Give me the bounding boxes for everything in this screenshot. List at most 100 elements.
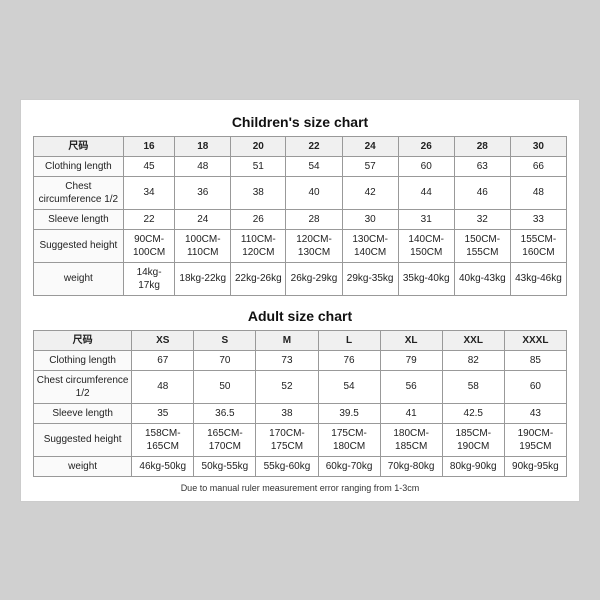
adult-col-header: L xyxy=(318,330,380,350)
adult-col-header: 尺码 xyxy=(34,330,132,350)
row-label: Suggested height xyxy=(34,423,132,456)
cell-value: 43 xyxy=(504,403,566,423)
cell-value: 180CM-185CM xyxy=(380,423,442,456)
cell-value: 67 xyxy=(132,350,194,370)
cell-value: 35kg-40kg xyxy=(398,262,454,295)
row-label: Chest circumference 1/2 xyxy=(34,370,132,403)
cell-value: 46kg-50kg xyxy=(132,456,194,476)
row-label: weight xyxy=(34,456,132,476)
row-label: Sleeve length xyxy=(34,403,132,423)
cell-value: 29kg-35kg xyxy=(342,262,398,295)
cell-value: 38 xyxy=(231,176,286,209)
children-col-header: 20 xyxy=(231,136,286,156)
cell-value: 32 xyxy=(454,209,510,229)
cell-value: 22kg-26kg xyxy=(231,262,286,295)
adult-chart-title: Adult size chart xyxy=(33,304,567,330)
children-col-header: 18 xyxy=(175,136,231,156)
adult-col-header: XS xyxy=(132,330,194,350)
cell-value: 70kg-80kg xyxy=(380,456,442,476)
table-row: weight14kg-17kg18kg-22kg22kg-26kg26kg-29… xyxy=(34,262,567,295)
table-row: Clothing length4548515457606366 xyxy=(34,156,567,176)
cell-value: 26kg-29kg xyxy=(286,262,342,295)
table-row: Sleeve length2224262830313233 xyxy=(34,209,567,229)
cell-value: 33 xyxy=(510,209,566,229)
cell-value: 50kg-55kg xyxy=(194,456,256,476)
row-label: Suggested height xyxy=(34,229,124,262)
children-col-header: 24 xyxy=(342,136,398,156)
cell-value: 43kg-46kg xyxy=(510,262,566,295)
adult-col-header: XL xyxy=(380,330,442,350)
cell-value: 57 xyxy=(342,156,398,176)
cell-value: 52 xyxy=(256,370,318,403)
cell-value: 80kg-90kg xyxy=(442,456,504,476)
adult-col-header: XXXL xyxy=(504,330,566,350)
cell-value: 58 xyxy=(442,370,504,403)
cell-value: 14kg-17kg xyxy=(123,262,175,295)
cell-value: 100CM-110CM xyxy=(175,229,231,262)
cell-value: 175CM-180CM xyxy=(318,423,380,456)
table-row: Chest circumference 1/248505254565860 xyxy=(34,370,567,403)
cell-value: 73 xyxy=(256,350,318,370)
table-row: Sleeve length3536.53839.54142.543 xyxy=(34,403,567,423)
cell-value: 48 xyxy=(175,156,231,176)
cell-value: 60 xyxy=(398,156,454,176)
adult-col-header: M xyxy=(256,330,318,350)
cell-value: 150CM-155CM xyxy=(454,229,510,262)
cell-value: 170CM-175CM xyxy=(256,423,318,456)
cell-value: 30 xyxy=(342,209,398,229)
cell-value: 56 xyxy=(380,370,442,403)
cell-value: 158CM-165CM xyxy=(132,423,194,456)
cell-value: 51 xyxy=(231,156,286,176)
cell-value: 90CM-100CM xyxy=(123,229,175,262)
row-label: Chest circumference 1/2 xyxy=(34,176,124,209)
cell-value: 34 xyxy=(123,176,175,209)
cell-value: 120CM-130CM xyxy=(286,229,342,262)
table-row: Chest circumference 1/23436384042444648 xyxy=(34,176,567,209)
cell-value: 54 xyxy=(318,370,380,403)
cell-value: 165CM-170CM xyxy=(194,423,256,456)
cell-value: 40 xyxy=(286,176,342,209)
cell-value: 22 xyxy=(123,209,175,229)
cell-value: 38 xyxy=(256,403,318,423)
cell-value: 36 xyxy=(175,176,231,209)
cell-value: 31 xyxy=(398,209,454,229)
cell-value: 55kg-60kg xyxy=(256,456,318,476)
table-row: weight46kg-50kg50kg-55kg55kg-60kg60kg-70… xyxy=(34,456,567,476)
cell-value: 155CM-160CM xyxy=(510,229,566,262)
cell-value: 54 xyxy=(286,156,342,176)
cell-value: 60kg-70kg xyxy=(318,456,380,476)
cell-value: 42 xyxy=(342,176,398,209)
cell-value: 24 xyxy=(175,209,231,229)
cell-value: 46 xyxy=(454,176,510,209)
cell-value: 28 xyxy=(286,209,342,229)
cell-value: 42.5 xyxy=(442,403,504,423)
row-label: weight xyxy=(34,262,124,295)
children-col-header: 尺码 xyxy=(34,136,124,156)
children-col-header: 16 xyxy=(123,136,175,156)
cell-value: 82 xyxy=(442,350,504,370)
chart-container: Children's size chart 尺码1618202224262830… xyxy=(20,99,580,502)
cell-value: 41 xyxy=(380,403,442,423)
cell-value: 130CM-140CM xyxy=(342,229,398,262)
cell-value: 190CM-195CM xyxy=(504,423,566,456)
children-table: 尺码1618202224262830 Clothing length454851… xyxy=(33,136,567,296)
cell-value: 45 xyxy=(123,156,175,176)
row-label: Clothing length xyxy=(34,350,132,370)
cell-value: 40kg-43kg xyxy=(454,262,510,295)
cell-value: 36.5 xyxy=(194,403,256,423)
adult-col-header: S xyxy=(194,330,256,350)
footnote: Due to manual ruler measurement error ra… xyxy=(33,477,567,493)
cell-value: 26 xyxy=(231,209,286,229)
cell-value: 140CM-150CM xyxy=(398,229,454,262)
cell-value: 60 xyxy=(504,370,566,403)
cell-value: 70 xyxy=(194,350,256,370)
cell-value: 39.5 xyxy=(318,403,380,423)
row-label: Sleeve length xyxy=(34,209,124,229)
cell-value: 35 xyxy=(132,403,194,423)
table-row: Suggested height158CM-165CM165CM-170CM17… xyxy=(34,423,567,456)
table-row: Suggested height90CM-100CM100CM-110CM110… xyxy=(34,229,567,262)
cell-value: 185CM-190CM xyxy=(442,423,504,456)
children-chart-title: Children's size chart xyxy=(33,110,567,136)
children-col-header: 30 xyxy=(510,136,566,156)
cell-value: 90kg-95kg xyxy=(504,456,566,476)
